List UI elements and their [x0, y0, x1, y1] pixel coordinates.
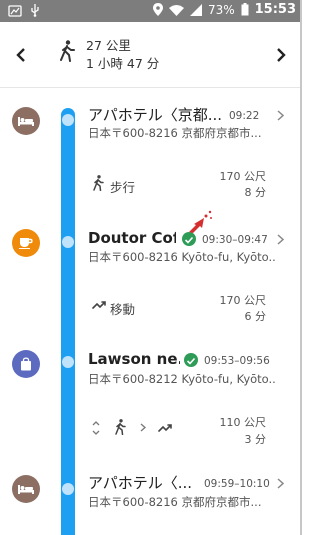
total-distance: 27 公里 [86, 38, 131, 53]
segment-distance: 170 公尺 [219, 170, 267, 183]
chevron-right-icon [277, 110, 284, 121]
walking-icon [60, 40, 75, 62]
place-time: 09:59–10:10 [204, 478, 270, 490]
chevron-right-icon [140, 423, 146, 432]
timeline-dot [62, 236, 74, 248]
clock: 15:53 [254, 2, 296, 17]
trend-icon [158, 424, 172, 432]
segment-duration: 3 分 [244, 433, 267, 446]
place-time: 09:22 [229, 110, 260, 122]
chevron-right-icon [277, 234, 284, 245]
status-bar: 73% 15:53 [0, 0, 302, 22]
battery-icon [241, 3, 249, 16]
timeline-dot [62, 356, 74, 368]
trend-icon [92, 301, 106, 309]
usb-icon [31, 4, 39, 17]
timeline-dot [62, 114, 74, 126]
next-day-button[interactable] [270, 42, 292, 68]
previous-day-button[interactable] [10, 42, 32, 68]
cursor-pointer-icon [189, 210, 212, 233]
segment-distance: 110 公尺 [219, 416, 267, 429]
location-icon [152, 3, 163, 16]
place-time: 09:30–09:47 [202, 234, 268, 246]
signal-icon [189, 3, 202, 16]
place-address: 日本〒600-8216 京都府京都市... [88, 495, 262, 509]
timeline-dot [62, 483, 74, 495]
image-notification-icon [8, 4, 22, 17]
day-summary-header: 27 公里 1 小時 47 分 [0, 22, 302, 88]
segment-label: 移動 [110, 302, 136, 317]
segment-label: 步行 [110, 180, 136, 195]
visited-check-icon [184, 353, 198, 367]
place-name: Doutor Cof... [88, 229, 176, 247]
wifi-icon [168, 4, 184, 16]
shopping-bag-icon [12, 350, 40, 378]
chevron-right-icon [277, 48, 286, 62]
walking-icon [93, 175, 104, 191]
hotel-icon [12, 475, 40, 503]
place-address: 日本〒600-8212 Kyōto-fu, Kyōto... [88, 372, 276, 386]
status-bar-right: 73% 15:53 [152, 2, 296, 17]
place-time: 09:53–09:56 [204, 355, 270, 367]
chevron-right-icon [277, 478, 284, 489]
place-name: アパホテル〈京都... [88, 106, 223, 124]
segment-duration: 6 分 [244, 310, 267, 323]
hotel-icon [12, 107, 40, 135]
battery-level: 73% [207, 2, 235, 17]
timeline-bar [61, 108, 75, 535]
chevron-left-icon [16, 48, 25, 62]
cafe-icon [12, 229, 40, 257]
status-bar-left [8, 4, 40, 17]
screen-edge [300, 0, 302, 535]
expand-icon [92, 421, 100, 435]
place-name: アパホテル〈... [88, 474, 193, 492]
total-duration: 1 小時 47 分 [86, 56, 160, 71]
place-address: 日本〒600-8216 京都府京都市... [88, 126, 262, 140]
place-name: Lawson ne... [88, 350, 180, 368]
place-address: 日本〒600-8216 Kyōto-fu, Kyōto... [88, 250, 276, 264]
segment-distance: 170 公尺 [219, 294, 267, 307]
segment-duration: 8 分 [244, 186, 267, 199]
walking-icon [115, 419, 126, 435]
